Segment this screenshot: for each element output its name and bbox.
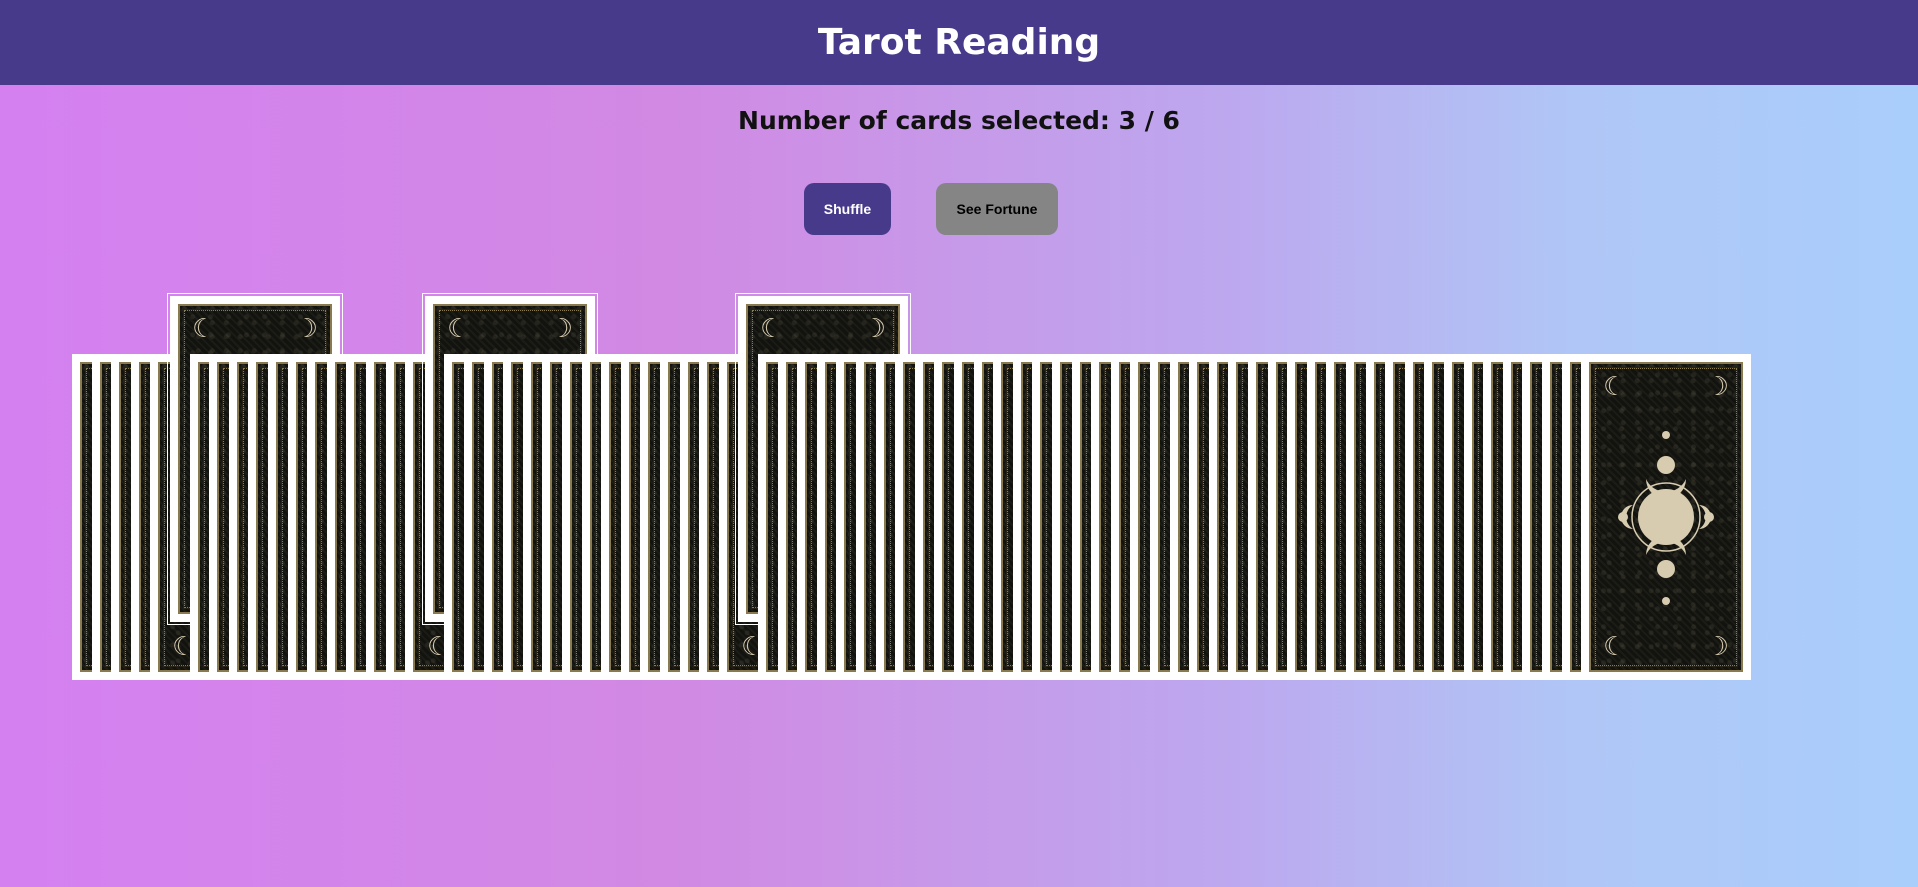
crescent-moon-icon: ☽ [862,314,886,344]
crescent-moon-icon: ☽ [1603,632,1627,662]
crescent-moon-icon: ☽ [1705,372,1729,402]
triple-moon-emblem-icon [1618,431,1714,605]
crescent-moon-icon: ☽ [1705,632,1729,662]
crescent-moon-icon: ☽ [294,314,318,344]
card-back: ☽ ☽ ☽ ☽ [1589,362,1743,672]
card-spread: ☽☽☽☽☽☽☽☽☽☽☽☽☽☽☽☽☽☽☽☽☽☽☽☽☽☽☽☽☽☽☽☽☽☽☽☽☽☽☽☽… [0,0,1918,887]
crescent-moon-icon: ☽ [447,314,471,344]
tarot-card[interactable]: ☽ ☽ ☽ ☽ [1581,354,1751,680]
crescent-moon-icon: ☽ [192,314,216,344]
crescent-moon-icon: ☽ [1603,372,1627,402]
crescent-moon-icon: ☽ [760,314,784,344]
crescent-moon-icon: ☽ [549,314,573,344]
